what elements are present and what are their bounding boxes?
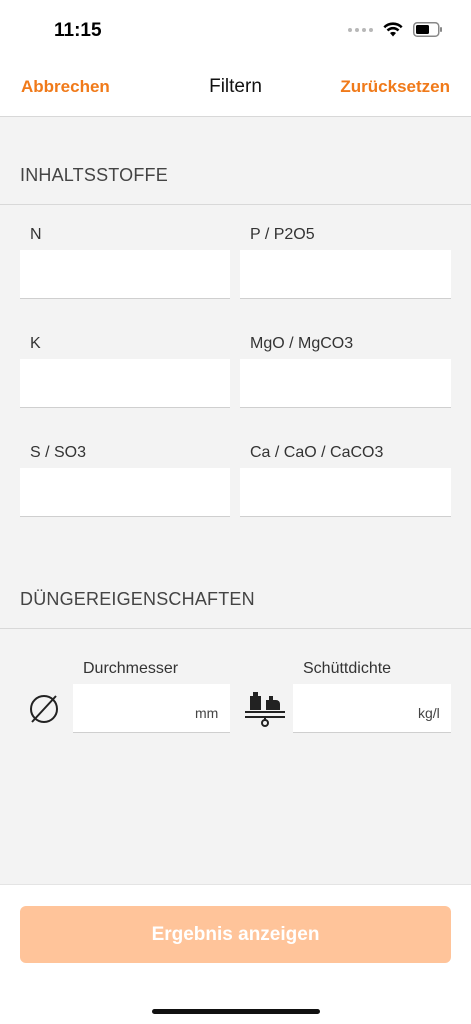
- input-k[interactable]: [20, 359, 230, 408]
- home-indicator[interactable]: [152, 1009, 320, 1014]
- label-density: Schüttdichte: [303, 660, 392, 677]
- scale-icon: [245, 692, 285, 727]
- input-ca[interactable]: [240, 468, 451, 517]
- section-header-ingredients: INHALTSSTOFFE: [0, 117, 471, 205]
- status-time: 11:15: [54, 20, 102, 41]
- battery-icon: [413, 22, 442, 37]
- label-mg: MgO / MgCO3: [250, 335, 354, 352]
- label-s: S / SO3: [30, 444, 87, 461]
- input-s[interactable]: [20, 468, 230, 517]
- wifi-icon: [383, 22, 403, 37]
- status-bar: 11:15: [0, 0, 471, 62]
- diameter-icon: [30, 695, 58, 723]
- section-header-properties: DÜNGEREIGENSCHAFTEN: [0, 541, 471, 629]
- label-k: K: [30, 335, 41, 352]
- section-title-properties: DÜNGEREIGENSCHAFTEN: [20, 589, 255, 609]
- input-n[interactable]: [20, 250, 230, 299]
- bottom-action-area: Ergebnis anzeigen: [0, 884, 471, 1024]
- input-p[interactable]: [240, 250, 451, 299]
- reset-button[interactable]: Zurücksetzen: [340, 77, 450, 97]
- unit-density: kg/l: [418, 705, 440, 721]
- label-ca: Ca / CaO / CaCO3: [250, 444, 384, 461]
- status-icons: [348, 22, 443, 37]
- nav-bar: Abbrechen Filtern Zurücksetzen: [0, 62, 471, 117]
- signal-icon: [348, 27, 373, 32]
- input-mg[interactable]: [240, 359, 451, 408]
- show-results-button[interactable]: Ergebnis anzeigen: [20, 906, 451, 963]
- section-title-ingredients: INHALTSSTOFFE: [20, 165, 168, 185]
- label-p: P / P2O5: [250, 226, 315, 243]
- label-diameter: Durchmesser: [83, 660, 179, 677]
- unit-diameter: mm: [195, 705, 219, 721]
- label-n: N: [30, 226, 42, 243]
